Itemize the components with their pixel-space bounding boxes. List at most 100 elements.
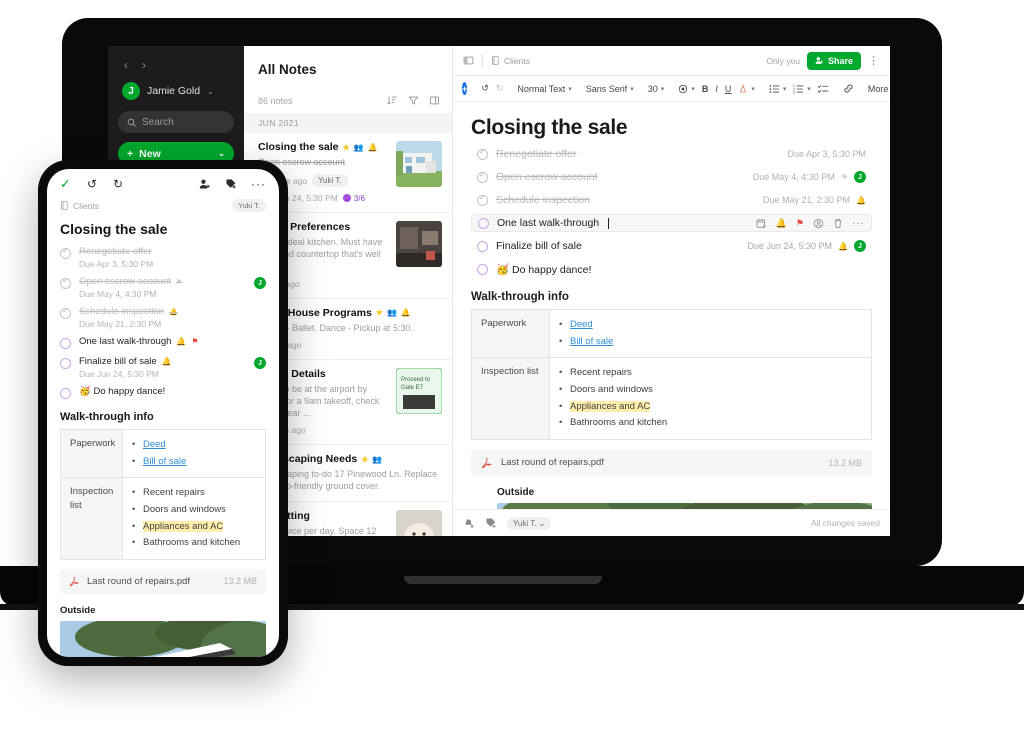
task-checkbox[interactable] [60,306,71,319]
people-icon: 👥 [386,308,397,318]
add-tag-icon[interactable] [485,517,497,529]
task-checkbox[interactable] [60,338,71,349]
text-style-select[interactable]: Normal Text ▾ [517,84,571,94]
bell-icon: 🔔 [161,357,172,366]
redo-icon[interactable]: ↻ [113,177,123,191]
redo-icon[interactable]: ↻ [496,83,504,94]
sort-icon[interactable] [387,95,398,106]
task-checkbox[interactable] [478,217,489,229]
task-row[interactable]: Schedule inspection 🔔 Due May 21, 2:30 P… [47,301,279,331]
attachment-row[interactable]: Last round of repairs.pdf 13.2 MB [60,568,266,594]
screenshot-stage: ‹ › J Jamie Gold ⌄ Search + New ⌄ All No… [0,0,1024,730]
bill-of-sale-link[interactable]: Bill of sale [143,456,186,467]
flag-icon[interactable]: ⚑ [796,218,804,229]
list-item: Bill of sale [132,454,256,471]
task-due: Due May 21, 2:30 PM [762,195,851,205]
bill-of-sale-link[interactable]: Bill of sale [570,336,613,347]
note-thumbnail [396,510,442,536]
text-color-button[interactable]: ▾ [678,84,695,94]
underline-button[interactable]: U [725,84,732,94]
task-progress-dot [342,194,351,203]
task-checkbox[interactable] [477,193,488,206]
table-row: Paperwork Deed Bill of sale [60,428,266,479]
bell-icon[interactable]: 🔔 [776,218,787,229]
task-checkbox[interactable] [60,388,71,399]
task-checkbox[interactable] [477,264,488,275]
task-row[interactable]: Renegotiate offer Due Apr 3, 5:30 PM [471,145,872,163]
nav-forward-icon[interactable]: › [142,58,146,72]
table-row: Inspection list Recent repairs Doors and… [471,357,872,440]
phone-toolbar: ✓ ↺ ↻ ··· [47,169,279,199]
link-button[interactable] [843,83,854,94]
task-row[interactable]: Open escrow account ⚑ Due May 4, 4:30 PM… [47,271,279,301]
editor-footer: Yuki T. ⌄ All changes saved [453,509,890,536]
attachment-row[interactable]: Last round of repairs.pdf 13.2 MB [471,449,872,476]
chevron-down-icon: ▾ [751,85,755,93]
account-switcher[interactable]: J Jamie Gold ⌄ [118,82,234,111]
numbered-list-button[interactable]: 1 2 3 ▾ [793,84,811,94]
table-row-value: Recent repairs Doors and windows Applian… [122,477,266,560]
deed-link[interactable]: Deed [143,439,166,450]
assign-person-icon[interactable] [813,218,824,229]
task-checkbox[interactable] [477,147,488,160]
task-checkbox[interactable] [60,276,71,289]
panel-toggle-icon[interactable] [463,55,474,66]
layout-icon[interactable] [429,95,440,106]
link-icon [844,84,853,93]
share-button[interactable]: Share [806,51,861,70]
deed-link[interactable]: Deed [570,319,593,330]
task-row[interactable]: Finalize bill of sale 🔔 Due Jun 24, 5:30… [47,351,279,381]
task-row[interactable]: Schedule inspection Due May 21, 2:30 PM … [471,191,872,209]
add-person-icon[interactable] [199,178,211,190]
star-icon: ★ [375,308,383,318]
editor-content[interactable]: Closing the sale Renegotiate offer Due A… [453,102,890,512]
note-title: Closing the sale [258,141,339,153]
list-item: Bathrooms and kitchen [559,415,862,432]
more-formatting-button[interactable]: More ▾ [868,84,890,94]
bell-icon: 🔔 [838,241,848,251]
italic-button[interactable]: I [715,84,718,94]
task-checkbox[interactable] [477,170,488,183]
bold-button[interactable]: B [702,84,709,94]
task-row[interactable]: Finalize bill of sale Due Jun 24, 5:30 P… [471,237,872,255]
footer-user-chip[interactable]: Yuki T. ⌄ [507,516,552,530]
task-checkbox[interactable] [477,240,488,252]
task-due: Due May 21, 2:30 PM [79,319,162,329]
font-family-select[interactable]: Sans Serif ▾ [586,84,634,94]
font-size-select[interactable]: 30 ▾ [648,84,665,94]
more-options-icon[interactable]: ··· [251,177,266,191]
calendar-add-icon[interactable] [756,218,767,229]
task-row[interactable]: Renegotiate offer Due Apr 3, 5:30 PM [47,241,279,271]
insert-icon[interactable]: + [462,82,468,95]
undo-icon[interactable]: ↺ [481,83,489,94]
task-checkbox[interactable] [60,246,71,259]
task-row[interactable]: 🥳 Do happy dance! [47,381,279,401]
note-author-chip: Yuki T. [312,174,348,188]
chevron-down-icon: ⌄ [538,518,546,528]
phone-breadcrumb[interactable]: Clients Yuki T. [47,199,279,212]
checklist-button[interactable] [817,84,829,94]
more-options-icon[interactable]: ··· [852,218,865,229]
nav-back-icon[interactable]: ‹ [124,58,128,72]
task-due: Due Jun 24, 5:30 PM [747,241,833,251]
note-thumbnail [396,141,442,187]
list-item: Bill of sale [559,334,862,351]
trash-icon[interactable] [833,218,843,229]
highlight-button[interactable]: ▾ [738,83,755,94]
task-label: Renegotiate offer [79,246,152,257]
task-row-active[interactable]: One last walk-through 🔔 ⚑ ··· [471,214,872,232]
add-tag-icon[interactable] [225,178,237,190]
bullet-list-button[interactable]: ▾ [769,84,786,94]
search-input[interactable]: Search [118,111,234,133]
bell-icon: 🔔 [400,308,411,318]
done-check-icon[interactable]: ✓ [60,176,71,192]
task-checkbox[interactable] [60,358,71,369]
more-options-icon[interactable]: ⋮ [868,54,880,67]
task-row[interactable]: One last walk-through 🔔 ⚑ [47,331,279,351]
undo-icon[interactable]: ↺ [87,177,97,191]
filter-icon[interactable] [408,95,419,106]
task-row[interactable]: Open escrow account Due May 4, 4:30 PM ⚑… [471,168,872,186]
add-reminder-icon[interactable] [463,517,475,529]
task-row[interactable]: 🥳 Do happy dance! [471,260,872,279]
breadcrumb[interactable]: Clients [491,56,530,66]
